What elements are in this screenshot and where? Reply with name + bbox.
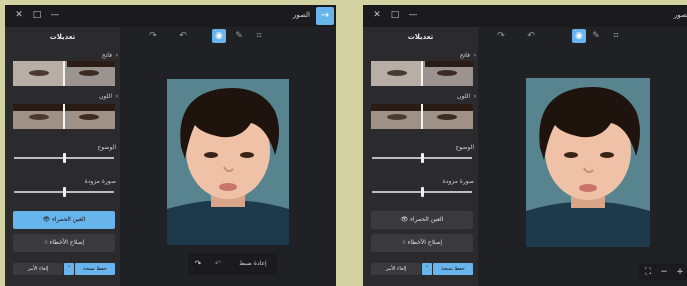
chevron-right-icon[interactable]: › [116, 93, 118, 100]
zoom-out-button[interactable]: − [657, 264, 671, 280]
cancel-button[interactable]: إلغاء الأمر [371, 263, 421, 275]
split-divider[interactable] [63, 104, 65, 129]
spot-fix-button[interactable]: ☝ إصلاح الأخطاء [13, 234, 115, 252]
undo-icon[interactable]: ↶ [524, 29, 538, 43]
vignette-slider-thumb[interactable] [63, 187, 66, 197]
app-title: الصور [292, 11, 310, 19]
boy-portrait-image [167, 79, 289, 245]
red-eye-label: العين الحمراء [410, 216, 444, 223]
split-divider[interactable] [63, 61, 65, 86]
section-light-label[interactable]: فاتح [102, 52, 112, 59]
clarity-slider-thumb[interactable] [421, 153, 424, 163]
undo-icon[interactable]: ↶ [210, 253, 226, 275]
arrow-right-icon: → [320, 10, 330, 21]
adjustments-panel: تعديلات › فاتح › اللون الوضوح صورة مزودة… [5, 27, 120, 286]
eye-icon: 👁 [42, 216, 51, 223]
zoom-controls: ⛶ − + [639, 264, 687, 280]
cancel-button[interactable]: إلغاء الأمر [13, 263, 63, 275]
close-icon[interactable]: ✕ [369, 7, 385, 23]
photo [167, 79, 289, 245]
crop-icon[interactable]: ⌗ [252, 29, 266, 43]
color-filter-strip[interactable] [371, 104, 473, 129]
photo-canvas: ↷ ↶ إعادة ضبط [120, 45, 336, 286]
save-bar: إلغاء الأمر ˅ حفظ نسخة [371, 263, 473, 275]
chevron-down-icon[interactable]: ˅ [422, 263, 432, 275]
undo-icon[interactable]: ↶ [176, 29, 190, 43]
vignette-slider-thumb[interactable] [421, 187, 424, 197]
markup-icon[interactable]: ✎ [232, 29, 246, 43]
edit-toolbar: ⌗ ✎ ◉ ↶ ↷ [478, 27, 687, 45]
reset-button[interactable]: إعادة ضبط [230, 253, 276, 275]
clarity-label: الوضوح [97, 144, 116, 151]
photo-canvas: ⛶ − + [478, 45, 687, 286]
save-bar: إلغاء الأمر ˅ حفظ نسخة [13, 263, 115, 275]
photos-window-right: ✕ □ — الصور ⌗ ✎ ◉ ↶ ↷ ⛶ − [363, 5, 687, 286]
markup-icon[interactable]: ✎ [589, 29, 603, 43]
app-title: الصور [673, 11, 687, 19]
clarity-label: الوضوح [455, 144, 474, 151]
back-button[interactable]: → [316, 7, 334, 25]
save-copy-button[interactable]: حفظ نسخة [433, 263, 473, 275]
close-icon[interactable]: ✕ [11, 7, 27, 23]
clarity-slider-thumb[interactable] [63, 153, 66, 163]
chevron-right-icon[interactable]: › [116, 52, 118, 59]
photos-window-left: ✕ □ — الصور → ⌗ ✎ ◉ ↶ ↷ ↷ ↶ إعادة ضبط تع… [5, 5, 336, 286]
adjust-icon[interactable]: ◉ [212, 29, 226, 43]
fit-to-window-icon[interactable]: ⛶ [641, 264, 655, 280]
zoom-in-button[interactable]: + [673, 264, 687, 280]
split-divider[interactable] [421, 61, 423, 86]
vignette-label: صورة مزودة [442, 178, 474, 185]
light-filter-strip[interactable] [371, 61, 473, 86]
split-divider[interactable] [421, 104, 423, 129]
crop-icon[interactable]: ⌗ [609, 29, 623, 43]
panel-title: تعديلات [407, 33, 434, 41]
chevron-right-icon[interactable]: › [474, 52, 476, 59]
photo [526, 78, 650, 247]
minimize-icon[interactable]: — [47, 7, 63, 23]
red-eye-button[interactable]: 👁 العين الحمراء [13, 211, 115, 229]
eye-icon: 👁 [400, 216, 409, 223]
save-copy-button[interactable]: حفظ نسخة [75, 263, 115, 275]
redo-icon[interactable]: ↷ [190, 253, 206, 275]
spot-fix-button[interactable]: ☝ إصلاح الأخطاء [371, 234, 473, 252]
section-color-label[interactable]: اللون [99, 93, 112, 100]
edit-overlay-bar: ↷ ↶ إعادة ضبط [188, 253, 278, 275]
title-bar: ✕ □ — الصور [363, 5, 687, 27]
chevron-right-icon[interactable]: › [474, 93, 476, 100]
boy-portrait-image [526, 78, 650, 247]
adjust-icon[interactable]: ◉ [572, 29, 586, 43]
red-eye-label: العين الحمراء [52, 216, 86, 223]
edit-toolbar: ⌗ ✎ ◉ ↶ ↷ [120, 27, 336, 45]
spot-fix-label: إصلاح الأخطاء [407, 239, 443, 246]
light-filter-strip[interactable] [13, 61, 115, 86]
redo-icon[interactable]: ↷ [494, 29, 508, 43]
maximize-icon[interactable]: □ [387, 7, 403, 23]
spot-fix-label: إصلاح الأخطاء [49, 239, 85, 246]
touch-icon: ☝ [43, 239, 48, 246]
maximize-icon[interactable]: □ [29, 7, 45, 23]
section-color-label[interactable]: اللون [457, 93, 470, 100]
redo-icon[interactable]: ↷ [146, 29, 160, 43]
vignette-label: صورة مزودة [84, 178, 116, 185]
section-light-label[interactable]: فاتح [460, 52, 470, 59]
red-eye-button[interactable]: 👁 العين الحمراء [371, 211, 473, 229]
minimize-icon[interactable]: — [405, 7, 421, 23]
color-filter-strip[interactable] [13, 104, 115, 129]
touch-icon: ☝ [401, 239, 406, 246]
title-bar: ✕ □ — الصور → [5, 5, 336, 27]
chevron-down-icon[interactable]: ˅ [64, 263, 74, 275]
panel-title: تعديلات [49, 33, 76, 41]
adjustments-panel: تعديلات › فاتح › اللون الوضوح صورة مزودة… [363, 27, 478, 286]
